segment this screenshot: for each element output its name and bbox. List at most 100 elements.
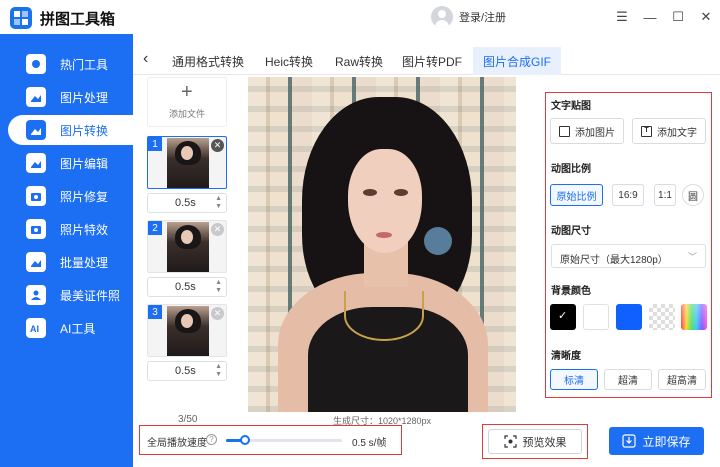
bg-color-black-swatch[interactable]: ✓ xyxy=(550,304,576,330)
add-text-button[interactable]: T 添加文字 xyxy=(632,118,706,144)
bg-color-custom-swatch[interactable] xyxy=(681,304,707,330)
bg-color-title: 背景颜色 xyxy=(551,286,591,297)
login-link[interactable]: 登录/注册 xyxy=(459,9,506,25)
add-file-button[interactable]: + 添加文件 xyxy=(147,77,227,127)
stepper-arrows-icon[interactable]: ▲ ▼ xyxy=(215,363,222,379)
frame-duration-stepper[interactable]: 0.5s ▲ ▼ xyxy=(147,361,227,381)
gif-size-select[interactable]: 原始尺寸（最大1280p） ﹀ xyxy=(551,244,706,268)
add-file-label: 添加文件 xyxy=(168,109,205,119)
chevron-down-icon: ﹀ xyxy=(687,252,697,262)
stepper-arrows-icon[interactable]: ▲ ▼ xyxy=(215,195,222,211)
ratio-original-button[interactable]: 原始比例 xyxy=(550,184,603,206)
sidebar-item-batch-process[interactable]: 批量处理 xyxy=(0,247,133,277)
ai-tools-icon: AI xyxy=(26,318,46,338)
hot-tools-icon xyxy=(26,54,46,74)
ratio-16-9-button[interactable]: 16:9 xyxy=(612,184,644,206)
clarity-sd-button[interactable]: 标清 xyxy=(550,369,598,390)
back-arrow-icon[interactable]: ‹ xyxy=(143,50,148,68)
clarity-title: 清晰度 xyxy=(551,351,581,362)
add-text-label: 添加文字 xyxy=(657,127,697,139)
frame-duration-stepper[interactable]: 0.5s ▲ ▼ xyxy=(147,193,227,213)
minimize-icon[interactable]: — xyxy=(641,8,659,26)
batch-process-icon xyxy=(26,252,46,272)
menu-icon[interactable]: ☰ xyxy=(613,8,631,26)
add-image-button[interactable]: 添加图片 xyxy=(550,118,624,144)
sidebar-item-id-photo[interactable]: 最美证件照 xyxy=(0,280,133,310)
frame-thumbnail[interactable]: 3 ✕ xyxy=(147,304,227,357)
tab-image-to-pdf[interactable]: 图片转PDF xyxy=(397,47,467,75)
sidebar-item-image-edit[interactable]: 图片编辑 xyxy=(0,148,133,178)
tab-image-to-gif[interactable]: 图片合成GIF xyxy=(473,47,561,75)
frame-counter: 3/50 xyxy=(178,414,198,425)
sidebar-item-hot-tools[interactable]: 热门工具 xyxy=(0,49,133,79)
frame-image xyxy=(167,138,209,188)
sidebar-item-photo-repair[interactable]: 照片修复 xyxy=(0,181,133,211)
stepper-arrows-icon[interactable]: ▲ ▼ xyxy=(215,279,222,295)
app-title: 拼图工具箱 xyxy=(40,11,116,28)
remove-frame-icon[interactable]: ✕ xyxy=(211,223,224,236)
sidebar-item-ai-tools[interactable]: AI AI工具 xyxy=(0,313,133,343)
help-icon[interactable]: ? xyxy=(206,434,217,445)
gif-preview-image xyxy=(248,77,516,412)
add-image-label: 添加图片 xyxy=(575,127,615,139)
image-process-icon xyxy=(26,87,46,107)
save-label: 立即保存 xyxy=(642,434,691,449)
preview-button[interactable]: 预览效果 xyxy=(488,429,582,454)
photo-repair-icon xyxy=(26,186,46,206)
frame-thumbnail[interactable]: 2 ✕ xyxy=(147,220,227,273)
ratio-title: 动图比例 xyxy=(551,164,591,175)
bg-color-blue-swatch[interactable] xyxy=(616,304,642,330)
bg-color-transparent-swatch[interactable] xyxy=(649,304,675,330)
save-icon xyxy=(622,434,637,448)
frame-image xyxy=(167,222,209,272)
preview-icon xyxy=(503,435,517,448)
gif-size-value: 原始尺寸（最大1280p） xyxy=(560,255,668,266)
user-avatar-icon[interactable] xyxy=(431,6,453,28)
global-speed-control: 全局播放速度 ? 0.5 s/帧 xyxy=(139,425,402,455)
remove-frame-icon[interactable]: ✕ xyxy=(211,307,224,320)
sidebar: 热门工具 图片处理 图片转换 图片编辑 照片修复 照片特效 批量处理 最美证件照… xyxy=(0,34,133,467)
sidebar-item-label: 批量处理 xyxy=(60,255,109,270)
sidebar-item-label: 照片修复 xyxy=(60,189,109,204)
bg-color-white-swatch[interactable] xyxy=(583,304,609,330)
speed-slider[interactable] xyxy=(226,435,342,445)
speed-slider-handle[interactable] xyxy=(239,435,250,445)
clarity-uhd-button[interactable]: 超高清 xyxy=(658,369,706,390)
image-convert-icon xyxy=(26,120,46,140)
photo-effect-icon xyxy=(26,219,46,239)
sidebar-item-label: 热门工具 xyxy=(60,57,109,72)
ratio-1-1-button[interactable]: 1:1 xyxy=(654,184,676,206)
close-icon[interactable]: ✕ xyxy=(697,8,715,26)
preview-label: 预览效果 xyxy=(522,436,567,449)
sidebar-item-photo-effect[interactable]: 照片特效 xyxy=(0,214,133,244)
save-now-button[interactable]: 立即保存 xyxy=(609,427,704,455)
frame-duration-stepper[interactable]: 0.5s ▲ ▼ xyxy=(147,277,227,297)
frame-image xyxy=(167,306,209,356)
sidebar-item-label: 图片处理 xyxy=(60,90,109,105)
remove-frame-icon[interactable]: ✕ xyxy=(211,139,224,152)
sidebar-item-label: 图片转换 xyxy=(60,123,109,138)
maximize-icon[interactable]: ☐ xyxy=(669,8,687,26)
plus-icon: + xyxy=(181,81,193,103)
clarity-hd-button[interactable]: 超清 xyxy=(604,369,652,390)
sidebar-item-label: AI工具 xyxy=(60,321,96,336)
tab-heic[interactable]: Heic转换 xyxy=(257,47,321,75)
tab-general-format[interactable]: 通用格式转换 xyxy=(165,47,251,75)
settings-panel: 文字贴图 添加图片 T 添加文字 动图比例 原始比例 16:9 1:1 圆 动图… xyxy=(545,92,712,398)
frame-number-badge: 1 xyxy=(148,137,162,151)
speed-value: 0.5 s/帧 xyxy=(352,438,387,449)
check-icon: ✓ xyxy=(558,310,568,322)
login-area[interactable]: 登录/注册 xyxy=(431,6,506,28)
title-bar: 拼图工具箱 登录/注册 ☰ — ☐ ✕ xyxy=(0,0,720,34)
text-icon: T xyxy=(641,125,652,137)
frame-duration-value: 0.5s xyxy=(175,197,196,209)
sidebar-item-label: 照片特效 xyxy=(60,222,109,237)
ratio-circle-button[interactable]: 圆 xyxy=(682,184,704,206)
sidebar-item-label: 最美证件照 xyxy=(60,288,121,303)
size-title: 动图尺寸 xyxy=(551,226,591,237)
sidebar-item-image-convert[interactable]: 图片转换 xyxy=(8,115,133,145)
sticker-title: 文字贴图 xyxy=(551,101,591,112)
frame-thumbnail[interactable]: 1 ✕ xyxy=(147,136,227,189)
tab-raw[interactable]: Raw转换 xyxy=(327,47,391,75)
sidebar-item-image-process[interactable]: 图片处理 xyxy=(0,82,133,112)
